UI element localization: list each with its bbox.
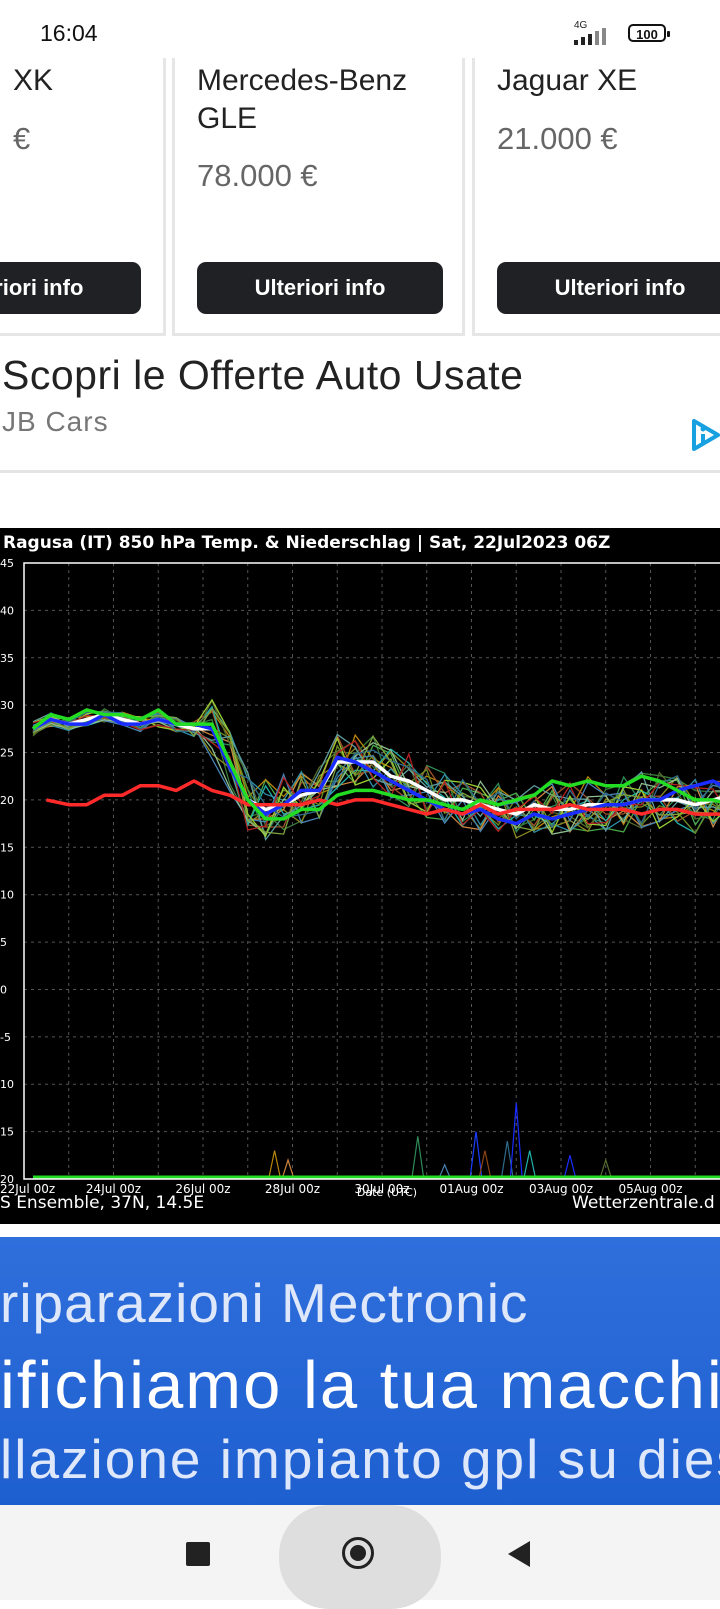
home-button[interactable] — [342, 1537, 374, 1569]
adchoices-icon[interactable] — [690, 418, 720, 452]
battery-icon: 100 — [628, 24, 670, 42]
car-name: Jaguar XE — [497, 64, 638, 97]
y-tick-label: 15 — [0, 841, 14, 854]
more-info-button[interactable]: Ulteriori info — [0, 262, 141, 314]
text-ad[interactable]: Scopri le Offerte Auto Usate JB Cars — [0, 338, 720, 473]
chart-footer-left: S Ensemble, 37N, 14.5E — [0, 1193, 204, 1213]
ad-title[interactable]: Scopri le Offerte Auto Usate — [2, 352, 523, 399]
car-carousel[interactable]: XK € Ulteriori info Mercedes-Benz GLE 78… — [0, 58, 720, 338]
x-axis-title: Date (UTC) — [357, 1186, 417, 1199]
ensemble-member-line — [32, 711, 720, 842]
car-name: Mercedes-Benz GLE — [197, 64, 408, 135]
car-price: € — [13, 121, 31, 156]
banner-ad-line2: ifichiamo la tua macchin — [0, 1348, 720, 1423]
ad-advertiser: JB Cars — [2, 406, 109, 437]
car-card[interactable]: XK € Ulteriori info — [0, 58, 166, 336]
car-name: XK — [13, 64, 54, 97]
car-card[interactable]: Mercedes-Benz GLE 78.000 € Ulteriori inf… — [172, 58, 465, 336]
y-tick-label: 35 — [0, 652, 14, 665]
banner-ad[interactable]: riparazioni Mectronic ifichiamo la tua m… — [0, 1237, 720, 1505]
y-tick-label: 0 — [0, 983, 7, 996]
banner-ad-line1: riparazioni Mectronic — [0, 1272, 529, 1334]
car-price: 78.000 € — [197, 158, 318, 193]
back-button[interactable] — [508, 1541, 530, 1567]
recents-button[interactable] — [186, 1542, 210, 1566]
x-tick-label: 01Aug 00z — [439, 1182, 503, 1196]
chart-title: Ragusa (IT) 850 hPa Temp. & Niederschlag… — [3, 533, 610, 553]
ensemble-chart: Ragusa (IT) 850 hPa Temp. & Niederschlag… — [0, 528, 720, 1224]
plot-frame — [23, 562, 720, 1180]
chart-svg: Ragusa (IT) 850 hPa Temp. & Niederschlag… — [0, 533, 720, 1213]
navigation-bar — [0, 1505, 720, 1609]
x-tick-label: 28Jul 00z — [265, 1182, 320, 1196]
ensemble-member-line — [32, 714, 720, 839]
more-info-button[interactable]: Ulteriori info — [497, 262, 720, 314]
status-bar: 16:04 4G 100 — [0, 0, 720, 58]
y-tick-label: 20 — [0, 794, 14, 807]
y-tick-label: 30 — [0, 699, 14, 712]
precip-spike — [411, 1136, 425, 1180]
y-tick-label: 15 — [0, 1126, 14, 1139]
y-tick-label: 5 — [0, 936, 7, 949]
y-tick-label: -5 — [0, 1031, 11, 1044]
more-info-button[interactable]: Ulteriori info — [197, 262, 443, 314]
chart-footer-right: Wetterzentrale.d — [572, 1193, 715, 1213]
precip-spike — [268, 1150, 282, 1180]
precip-spike — [563, 1155, 577, 1180]
y-tick-label: 40 — [0, 604, 14, 617]
y-tick-label: 45 — [0, 557, 14, 570]
y-tick-label: 25 — [0, 747, 14, 760]
signal-icon — [574, 28, 606, 45]
car-price: 21.000 € — [497, 121, 618, 156]
precip-spike — [523, 1150, 537, 1180]
status-time: 16:04 — [40, 20, 98, 46]
ensemble-member-line — [32, 719, 720, 835]
y-tick-label: 10 — [0, 889, 14, 902]
car-card[interactable]: Jaguar XE 21.000 € Ulteriori info — [472, 58, 720, 336]
y-tick-label: 10 — [0, 1078, 14, 1091]
banner-ad-line3: llazione impianto gpl su dies — [0, 1428, 720, 1490]
